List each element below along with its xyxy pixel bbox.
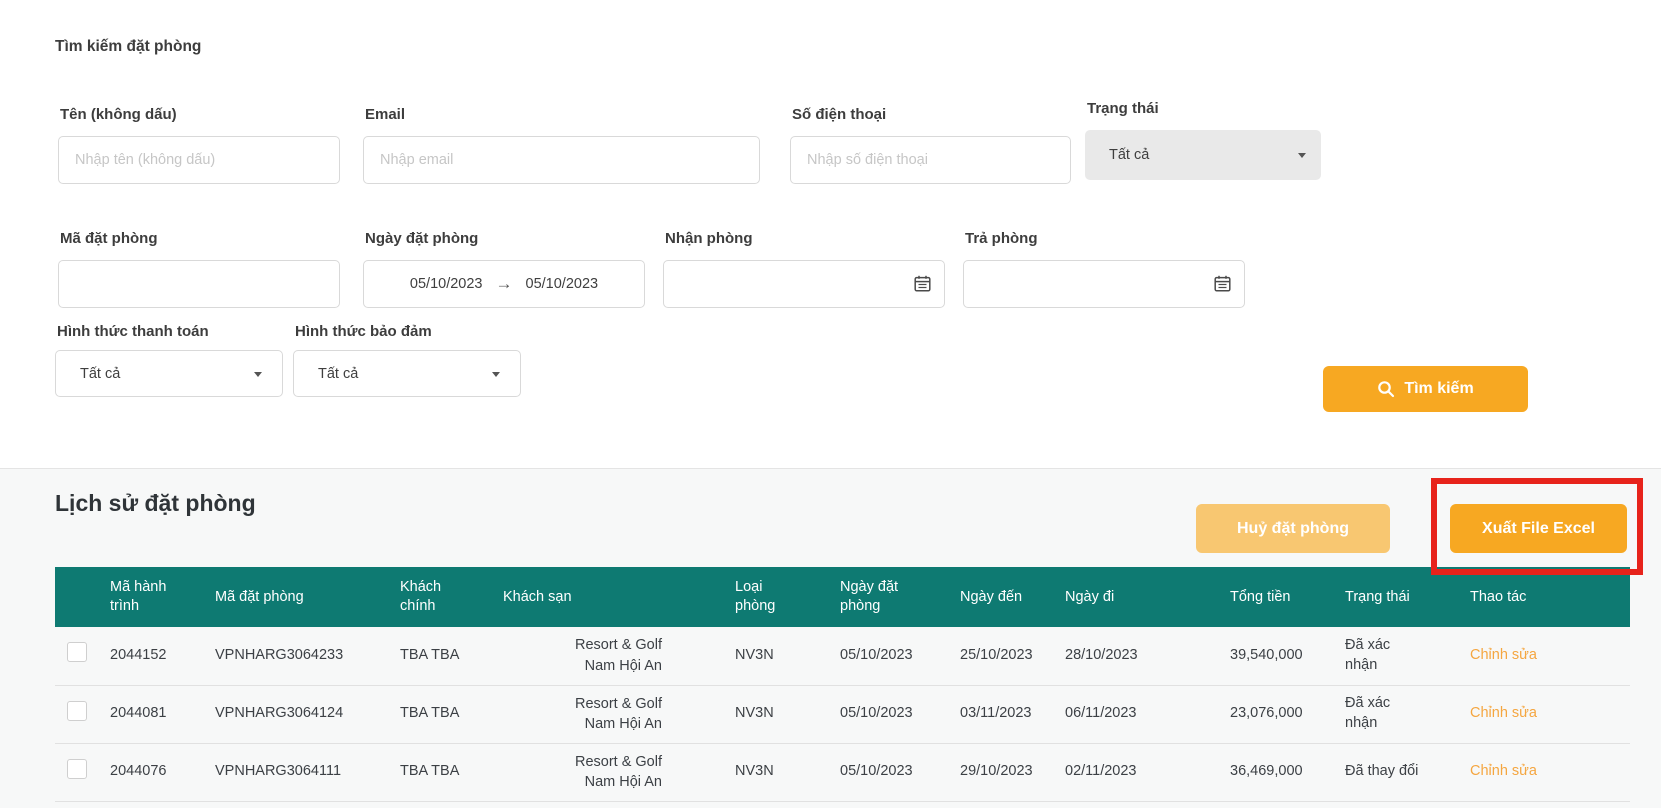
cell-departure-date: 28/10/2023 bbox=[1055, 627, 1220, 685]
cell-departure-date: 06/11/2023 bbox=[1055, 685, 1220, 743]
cell-booking-date: 05/10/2023 bbox=[830, 743, 950, 801]
email-input[interactable] bbox=[363, 136, 760, 184]
edit-link[interactable]: Chỉnh sửa bbox=[1470, 763, 1537, 779]
edit-link[interactable]: Chỉnh sửa bbox=[1470, 705, 1537, 721]
payment-method-value: Tất cả bbox=[80, 366, 120, 382]
cell-itinerary-code: 2044076 bbox=[100, 743, 205, 801]
name-label: Tên (không dấu) bbox=[60, 106, 177, 123]
booking-code-input[interactable] bbox=[58, 260, 340, 308]
cell-booking-code: VPNHARG3064233 bbox=[205, 627, 390, 685]
cell-itinerary-code: 2044081 bbox=[100, 685, 205, 743]
cell-total-amount: 23,076,000 bbox=[1220, 685, 1335, 743]
cancel-booking-button-label: Huỷ đặt phòng bbox=[1237, 520, 1349, 538]
table-header-row: Mã hành trình Mã đặt phòng Khách chính K… bbox=[55, 567, 1630, 627]
payment-method-select[interactable]: Tất cả bbox=[55, 350, 283, 397]
booking-date-range-input[interactable]: 05/10/2023 → 05/10/2023 bbox=[363, 260, 645, 308]
cell-room-type: NV3N bbox=[725, 627, 830, 685]
arrow-right-icon: → bbox=[496, 275, 513, 294]
cell-hotel: Resort & Golf Nam Hội An bbox=[485, 627, 725, 685]
cell-room-type: NV3N bbox=[725, 685, 830, 743]
cell-booking-date: 05/10/2023 bbox=[830, 685, 950, 743]
guarantee-method-value: Tất cả bbox=[318, 366, 358, 382]
row-checkbox[interactable] bbox=[67, 759, 87, 779]
calendar-icon[interactable] bbox=[1214, 275, 1231, 297]
name-input[interactable] bbox=[58, 136, 340, 184]
cell-hotel: Resort & Golf Nam Hội An bbox=[485, 685, 725, 743]
cell-arrival-date: 29/10/2023 bbox=[950, 743, 1055, 801]
status-select[interactable]: Tất cả bbox=[1085, 130, 1321, 180]
search-section-title: Tìm kiếm đặt phòng bbox=[55, 38, 201, 56]
guarantee-method-label: Hình thức bảo đảm bbox=[295, 323, 432, 340]
status-select-value: Tất cả bbox=[1109, 147, 1149, 163]
export-excel-button-label: Xuất File Excel bbox=[1482, 520, 1595, 538]
cell-total-amount: 36,469,000 bbox=[1220, 743, 1335, 801]
cell-status: Đã xác nhận bbox=[1335, 685, 1460, 743]
row-checkbox[interactable] bbox=[67, 701, 87, 721]
cell-room-type: NV3N bbox=[725, 743, 830, 801]
header-hotel: Khách sạn bbox=[485, 567, 725, 627]
chevron-down-icon bbox=[492, 372, 500, 377]
cell-status: Đã thay đổi bbox=[1335, 743, 1460, 801]
cancel-booking-button[interactable]: Huỷ đặt phòng bbox=[1196, 504, 1390, 553]
header-actions: Thao tác bbox=[1460, 567, 1630, 627]
checkout-input[interactable] bbox=[963, 260, 1245, 308]
checkin-label: Nhận phòng bbox=[665, 230, 752, 247]
cell-main-guest: TBA TBA bbox=[390, 627, 485, 685]
cell-booking-code: VPNHARG3064124 bbox=[205, 685, 390, 743]
cell-main-guest: TBA TBA bbox=[390, 743, 485, 801]
header-main-guest: Khách chính bbox=[390, 567, 485, 627]
cell-total-amount: 39,540,000 bbox=[1220, 627, 1335, 685]
booking-date-from: 05/10/2023 bbox=[410, 276, 483, 292]
booking-date-label: Ngày đặt phòng bbox=[365, 230, 478, 247]
edit-link[interactable]: Chỉnh sửa bbox=[1470, 647, 1537, 663]
cell-main-guest: TBA TBA bbox=[390, 685, 485, 743]
header-departure-date: Ngày đi bbox=[1055, 567, 1220, 627]
email-label: Email bbox=[365, 106, 405, 123]
checkin-input[interactable] bbox=[663, 260, 945, 308]
payment-method-label: Hình thức thanh toán bbox=[57, 323, 209, 340]
table-row: 2044152 VPNHARG3064233 TBA TBA Resort & … bbox=[55, 627, 1630, 685]
history-section-title: Lịch sử đặt phòng bbox=[55, 490, 256, 517]
chevron-down-icon bbox=[1298, 153, 1306, 158]
cell-hotel: Resort & Golf Nam Hội An bbox=[485, 743, 725, 801]
status-label: Trạng thái bbox=[1087, 100, 1159, 117]
cell-status: Đã xác nhận bbox=[1335, 627, 1460, 685]
header-status: Trạng thái bbox=[1335, 567, 1460, 627]
search-button-label: Tìm kiếm bbox=[1404, 380, 1473, 398]
phone-label: Số điện thoại bbox=[792, 106, 886, 123]
header-booking-date: Ngày đặt phòng bbox=[830, 567, 950, 627]
cell-booking-code: VPNHARG3064111 bbox=[205, 743, 390, 801]
header-checkbox-column bbox=[55, 567, 100, 627]
booking-date-to: 05/10/2023 bbox=[526, 276, 599, 292]
table-row: 2044081 VPNHARG3064124 TBA TBA Resort & … bbox=[55, 685, 1630, 743]
header-room-type: Loại phòng bbox=[725, 567, 830, 627]
cell-itinerary-code: 2044152 bbox=[100, 627, 205, 685]
cell-arrival-date: 25/10/2023 bbox=[950, 627, 1055, 685]
calendar-icon[interactable] bbox=[914, 275, 931, 297]
export-excel-button[interactable]: Xuất File Excel bbox=[1450, 504, 1627, 553]
cell-booking-date: 05/10/2023 bbox=[830, 627, 950, 685]
cell-arrival-date: 03/11/2023 bbox=[950, 685, 1055, 743]
header-arrival-date: Ngày đến bbox=[950, 567, 1055, 627]
table-row: 2044076 VPNHARG3064111 TBA TBA Resort & … bbox=[55, 743, 1630, 801]
booking-code-label: Mã đặt phòng bbox=[60, 230, 158, 247]
header-itinerary-code: Mã hành trình bbox=[100, 567, 205, 627]
checkout-label: Trả phòng bbox=[965, 230, 1038, 247]
header-total-amount: Tổng tiền bbox=[1220, 567, 1335, 627]
search-icon bbox=[1377, 380, 1395, 398]
booking-history-table: Mã hành trình Mã đặt phòng Khách chính K… bbox=[55, 567, 1630, 802]
row-checkbox[interactable] bbox=[67, 642, 87, 662]
search-button[interactable]: Tìm kiếm bbox=[1323, 366, 1528, 412]
phone-input[interactable] bbox=[790, 136, 1071, 184]
cell-departure-date: 02/11/2023 bbox=[1055, 743, 1220, 801]
header-booking-code: Mã đặt phòng bbox=[205, 567, 390, 627]
chevron-down-icon bbox=[254, 372, 262, 377]
guarantee-method-select[interactable]: Tất cả bbox=[293, 350, 521, 397]
